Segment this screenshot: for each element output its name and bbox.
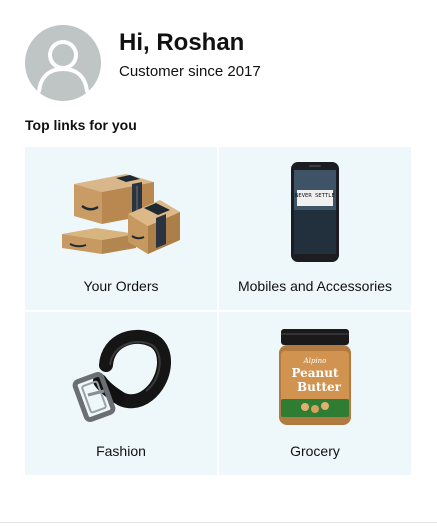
link-label: Your Orders bbox=[83, 278, 159, 294]
link-label: Grocery bbox=[290, 443, 340, 459]
link-label: Mobiles and Accessories bbox=[237, 278, 393, 294]
link-tile-fashion[interactable]: Fashion bbox=[25, 312, 217, 475]
link-tile-grocery[interactable]: Alpino Peanut Butter Grocery bbox=[219, 312, 411, 475]
svg-text:Butter: Butter bbox=[297, 380, 342, 394]
section-title: Top links for you bbox=[25, 117, 137, 133]
smartphone-image: NEVER SETTLE bbox=[219, 157, 411, 267]
package-boxes-image bbox=[25, 157, 217, 267]
top-links-grid: Your Orders NEVER SETTLE Mobiles and Acc… bbox=[25, 147, 411, 475]
customer-since-text: Customer since 2017 bbox=[119, 63, 261, 80]
svg-text:Alpino: Alpino bbox=[303, 357, 327, 365]
link-tile-mobiles-and-accessories[interactable]: NEVER SETTLE Mobiles and Accessories bbox=[219, 147, 411, 310]
svg-text:NEVER SETTLE: NEVER SETTLE bbox=[295, 193, 335, 199]
profile-header: Hi, Roshan Customer since 2017 bbox=[25, 25, 261, 101]
link-tile-your-orders[interactable]: Your Orders bbox=[25, 147, 217, 310]
user-silhouette-icon bbox=[37, 40, 89, 93]
peanut-butter-jar-image: Alpino Peanut Butter bbox=[219, 322, 411, 432]
greeting-title: Hi, Roshan bbox=[119, 29, 245, 56]
bottom-divider bbox=[0, 522, 437, 523]
belt-image bbox=[25, 322, 217, 432]
svg-text:Peanut: Peanut bbox=[291, 366, 339, 380]
avatar[interactable] bbox=[25, 25, 101, 101]
greeting-block: Hi, Roshan Customer since 2017 bbox=[119, 28, 261, 83]
link-label: Fashion bbox=[96, 443, 146, 459]
